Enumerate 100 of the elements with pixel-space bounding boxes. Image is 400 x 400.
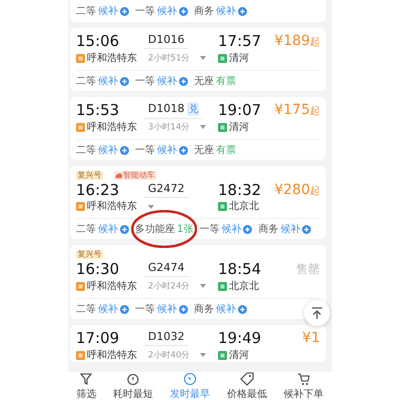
waitlist-link[interactable]: 候补: [216, 4, 236, 18]
seat-class: 二等: [76, 303, 96, 316]
ticket-card[interactable]: 15:53 D1018 兑 19:07 ¥175起 呼和浩特东 3小时14分 清河 二等 候补 一等 候补 无座 有票: [70, 97, 326, 160]
ticket-card[interactable]: 复兴号 16:30 G2474 18:54 售罄 呼和浩特东 2小时24分 北京北 二等 候补 一等 候补 商务 候补: [70, 245, 326, 319]
waitlist-link[interactable]: 候补: [98, 4, 118, 18]
price: ¥175: [274, 102, 310, 118]
price: ¥280: [274, 182, 310, 198]
plus-icon: [179, 304, 188, 314]
origin-icon: [76, 202, 85, 211]
waitlist-link[interactable]: 候补: [98, 302, 118, 316]
price-suffix: 起: [310, 104, 320, 118]
train-number: G2472: [148, 182, 185, 195]
caret-icon: [200, 284, 206, 288]
waitlist-link[interactable]: 候补: [98, 222, 118, 236]
seat-class: 一等: [135, 144, 155, 157]
caret-icon: [200, 353, 206, 357]
arrow-up-icon: [310, 306, 324, 320]
plus-icon: [238, 6, 247, 16]
caret-icon: [200, 125, 206, 129]
scroll-top-button[interactable]: [304, 300, 330, 326]
arrival-station: 清河: [229, 52, 249, 64]
plus-icon: [120, 6, 129, 16]
arrival-station: 清河: [229, 120, 249, 134]
waitlist-link[interactable]: 候补: [216, 302, 236, 316]
waitlist-link[interactable]: 候补: [157, 4, 177, 18]
seat-class: 商务: [194, 302, 214, 316]
origin-icon: [76, 54, 85, 62]
ticket-count: 有票: [216, 144, 236, 157]
ticket-card[interactable]: 复兴号 智能动车 16:23 G2472 18:32 ¥280起 呼和浩特东 北京北 二等 候补 多功能座 1张 一等 候补 商务 候补: [70, 166, 326, 239]
ticket-card[interactable]: 15:06 D1016 17:57 ¥189起 呼和浩特东 2小时51分 清河 二等 候补 一等 候补 无座 有票: [70, 28, 326, 91]
waitlist-link[interactable]: 候补: [98, 143, 118, 157]
train-number: D1016: [148, 33, 184, 46]
duration: 2小时40分: [148, 350, 190, 361]
ticket-card[interactable]: 二等 候补 一等 候补 商务 候补: [70, 0, 326, 22]
plus-icon: [179, 146, 188, 154]
timer-icon: [126, 372, 140, 386]
seat-class: 二等: [76, 75, 96, 88]
nav-tab[interactable]: 耗时最短: [113, 372, 154, 400]
waitlist-link[interactable]: 候补: [157, 143, 177, 157]
train-tag: 复兴号: [76, 171, 104, 180]
destination-icon: [218, 54, 227, 62]
waitlist-link[interactable]: 候补: [221, 222, 242, 236]
seat-class: 二等: [76, 5, 96, 18]
waitlist-link[interactable]: 候补: [157, 302, 177, 316]
train-tag: 复兴号: [76, 250, 104, 259]
points-badge: 兑: [187, 102, 200, 116]
train-number: D1018: [148, 102, 184, 115]
caret-icon: [148, 204, 154, 208]
seat-class: 无座: [194, 74, 214, 88]
destination-icon: [218, 122, 227, 132]
train-icon: [116, 173, 122, 178]
departure-station: 呼和浩特东: [87, 120, 137, 134]
departure-time: 15:53: [76, 101, 120, 119]
seat-class: 商务: [194, 4, 214, 18]
nav-tab[interactable]: 价格最低: [226, 372, 267, 400]
seat-class: 一等: [135, 75, 155, 88]
price: ¥1: [302, 330, 320, 346]
seat-class: 商务: [258, 222, 278, 236]
departure-station: 呼和浩特东: [87, 52, 137, 64]
waitlist-link[interactable]: 候补: [280, 222, 300, 236]
seat-class: 一等: [135, 303, 155, 316]
ticket-count: 1张: [177, 222, 194, 236]
arrival-time: 19:07: [217, 101, 262, 119]
plus-icon: [120, 76, 129, 86]
cart-icon: [296, 372, 311, 386]
departure-time: 17:09: [76, 329, 120, 347]
waitlist-link[interactable]: 候补: [98, 74, 118, 88]
plus-icon: [120, 146, 129, 154]
origin-icon: [76, 350, 85, 360]
seat-class: 一等: [135, 5, 155, 18]
seat-class: 多功能座: [135, 222, 175, 236]
arrival-time: 18:32: [217, 181, 262, 199]
ticket-count: 有票: [216, 75, 236, 88]
departure-time: 15:06: [76, 32, 120, 50]
duration: 2小时51分: [148, 52, 190, 64]
nav-tab[interactable]: 候补下单: [284, 372, 324, 400]
plus-icon: [179, 76, 188, 86]
duration: 3小时14分: [148, 122, 190, 133]
departure-station: 呼和浩特东: [87, 200, 137, 213]
seat-class: 一等: [199, 223, 220, 236]
arrival-station: 北京北: [229, 280, 259, 292]
plus-icon: [238, 304, 247, 314]
waitlist-link[interactable]: 候补: [157, 74, 177, 88]
train-number: D1032: [148, 330, 184, 343]
sold-out-label: 售罄: [296, 260, 320, 278]
origin-icon: [76, 122, 85, 132]
nav-tab[interactable]: 筛选: [76, 372, 96, 400]
arrival-time: 18:54: [217, 260, 262, 278]
destination-icon: [218, 202, 227, 211]
departure-station: 呼和浩特东: [87, 348, 137, 362]
origin-icon: [76, 282, 85, 290]
plus-icon: [120, 304, 129, 314]
plus-icon: [302, 224, 312, 234]
destination-icon: [218, 282, 227, 290]
ticket-card[interactable]: 17:09 D1032 19:49 ¥1 呼和浩特东 2小时40分 清河: [70, 325, 326, 362]
duration: 2小时24分: [148, 280, 190, 292]
arrival-station: 清河: [229, 348, 249, 362]
nav-tab[interactable]: 发时最早: [170, 372, 210, 400]
departure-time: 16:30: [76, 260, 120, 278]
departure-time: 16:23: [76, 181, 120, 199]
